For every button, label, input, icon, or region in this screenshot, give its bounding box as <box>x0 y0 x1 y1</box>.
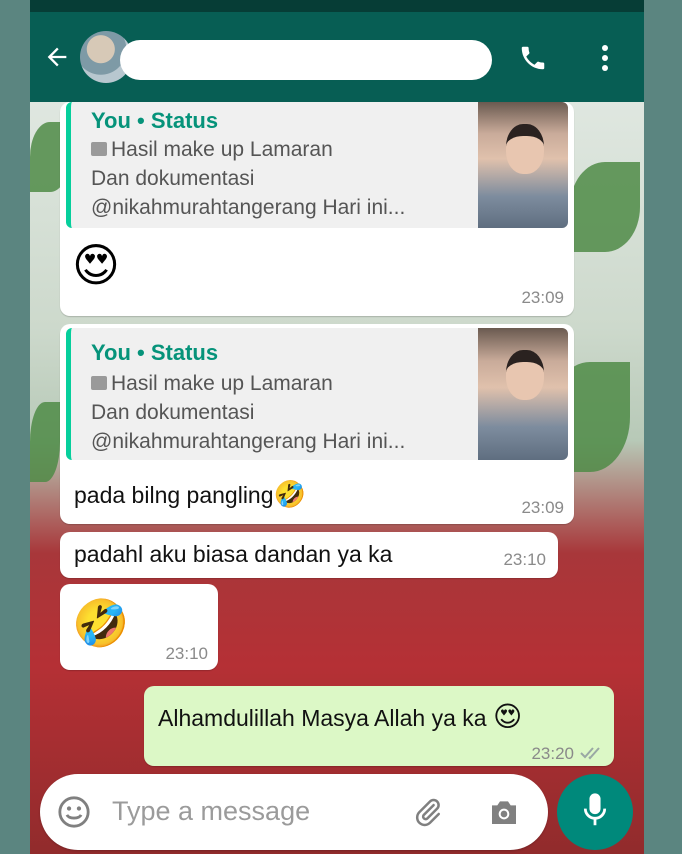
right-border <box>644 0 682 854</box>
emoji-heart-eyes: 😍 <box>492 700 523 733</box>
read-double-check-icon <box>580 746 604 765</box>
message-bubble-incoming[interactable]: You • Status Hasil make up Lamaran Dan d… <box>60 324 574 524</box>
quote-line-text: Hasil make up Lamaran <box>111 372 333 395</box>
quote-line: @nikahmurahtangerang Hari ini... <box>91 196 406 219</box>
app-window: You • Status Hasil make up Lamaran Dan d… <box>0 0 682 854</box>
message-composer[interactable]: Type a message <box>40 774 548 850</box>
emoji-heart-eyes: 😍 <box>72 238 120 292</box>
phone-icon[interactable] <box>513 38 553 78</box>
wallpaper-leaf <box>30 402 60 482</box>
wallpaper-leaf <box>570 162 640 252</box>
message-text: pada bilng pangling🤣 <box>74 480 306 510</box>
quote-line: Dan dokumentasi <box>91 401 255 424</box>
quoted-status[interactable]: You • Status Hasil make up Lamaran Dan d… <box>66 102 568 228</box>
smiley-icon[interactable] <box>54 792 94 832</box>
status-thumbnail <box>478 328 568 460</box>
message-time: 23:10 <box>503 550 546 569</box>
mic-button[interactable] <box>557 774 633 850</box>
paperclip-icon[interactable] <box>408 792 448 832</box>
quote-line: Dan dokumentasi <box>91 167 255 190</box>
quote-line: Hasil make up Lamaran <box>91 138 333 162</box>
status-bar <box>30 0 644 12</box>
message-input[interactable]: Type a message <box>112 796 310 827</box>
quote-line: Hasil make up Lamaran <box>91 372 333 396</box>
message-text-content: pada bilng pangling <box>74 482 274 508</box>
left-border <box>0 0 30 854</box>
emoji-rofl: 🤣 <box>72 596 130 650</box>
redacted-contact-name <box>120 40 492 80</box>
chat-header <box>30 12 644 102</box>
emoji-rofl: 🤣 <box>273 480 306 510</box>
message-bubble-incoming[interactable]: 🤣 23:10 <box>60 584 218 670</box>
quote-author: You • Status <box>91 340 219 365</box>
quoted-status[interactable]: You • Status Hasil make up Lamaran Dan d… <box>66 328 568 460</box>
back-arrow-icon[interactable] <box>40 40 74 74</box>
quote-line-text: Hasil make up Lamaran <box>111 138 333 161</box>
chat-background: You • Status Hasil make up Lamaran Dan d… <box>30 102 644 854</box>
message-text: padahl aku biasa dandan ya ka <box>74 541 393 567</box>
image-icon <box>91 142 107 156</box>
message-time: 23:09 <box>521 288 564 307</box>
message-text-content: Alhamdulillah Masya Allah ya ka <box>158 705 487 731</box>
quote-author: You • Status <box>91 108 219 133</box>
message-time: 23:10 <box>165 644 208 663</box>
message-time: 23:20 <box>531 744 574 763</box>
quote-line: @nikahmurahtangerang Hari ini... <box>91 430 406 453</box>
message-bubble-outgoing[interactable]: Alhamdulillah Masya Allah ya ka 😍 23:20 <box>144 686 614 766</box>
status-thumbnail <box>478 102 568 228</box>
mic-icon <box>580 792 610 833</box>
message-bubble-incoming[interactable]: You • Status Hasil make up Lamaran Dan d… <box>60 102 574 316</box>
camera-icon[interactable] <box>484 792 524 832</box>
message-bubble-incoming[interactable]: padahl aku biasa dandan ya ka 23:10 <box>60 532 558 578</box>
image-icon <box>91 376 107 390</box>
message-time: 23:09 <box>521 498 564 517</box>
more-vert-icon[interactable] <box>590 38 620 78</box>
message-text: Alhamdulillah Masya Allah ya ka 😍 <box>158 700 522 733</box>
